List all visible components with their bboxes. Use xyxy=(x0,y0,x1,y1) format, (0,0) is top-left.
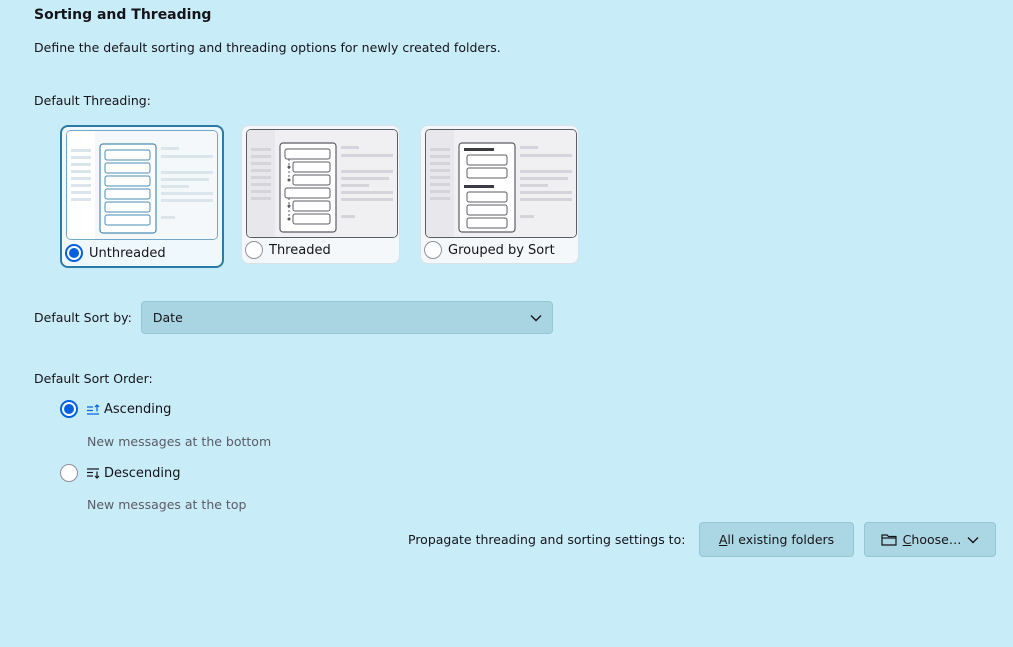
grouped-by-sort-label: Grouped by Sort xyxy=(448,242,555,258)
sort-by-dropdown[interactable]: Date xyxy=(140,301,553,334)
default-sort-order-label: Default Sort Order: xyxy=(34,371,153,386)
default-threading-label: Default Threading: xyxy=(34,93,151,108)
threaded-radio-row[interactable]: Threaded xyxy=(245,241,331,259)
sort-order-ascending[interactable]: Ascending xyxy=(60,400,171,418)
unthreaded-preview-image xyxy=(66,130,218,240)
threaded-label: Threaded xyxy=(269,242,331,258)
unthreaded-radio-row[interactable]: Unthreaded xyxy=(65,244,166,262)
unthreaded-radio[interactable] xyxy=(65,244,83,262)
section-title: Sorting and Threading xyxy=(34,7,212,23)
grouped-preview-image xyxy=(425,129,577,238)
grouped-by-sort-radio[interactable] xyxy=(424,241,442,259)
choose-folders-label: Choose… xyxy=(902,532,962,547)
descending-radio[interactable] xyxy=(60,464,78,482)
threading-option-threaded[interactable]: Threaded xyxy=(241,125,400,264)
propagate-label: Propagate threading and sorting settings… xyxy=(408,532,686,547)
sort-order-descending[interactable]: Descending xyxy=(60,464,181,482)
threading-option-unthreaded[interactable]: Unthreaded xyxy=(60,125,224,268)
chevron-down-icon xyxy=(530,314,542,321)
all-existing-folders-label: All existing folders xyxy=(718,532,835,547)
threading-option-grouped-by-sort[interactable]: Grouped by Sort xyxy=(420,125,579,264)
grouped-radio-row[interactable]: Grouped by Sort xyxy=(424,241,555,259)
section-description: Define the default sorting and threading… xyxy=(34,40,501,55)
ascending-description: New messages at the bottom xyxy=(87,434,272,449)
sort-by-value: Date xyxy=(152,310,183,325)
chevron-down-icon xyxy=(967,536,979,543)
descending-label: Descending xyxy=(104,465,181,481)
threaded-preview-image xyxy=(246,129,398,238)
folder-icon xyxy=(881,534,897,546)
sort-ascending-icon xyxy=(87,403,100,415)
choose-folders-button[interactable]: Choose… xyxy=(864,522,996,557)
ascending-label: Ascending xyxy=(104,401,172,417)
threaded-radio[interactable] xyxy=(245,241,263,259)
default-sort-by-row: Default Sort by: Date xyxy=(34,301,553,334)
default-sort-by-label: Default Sort by: xyxy=(34,310,132,325)
sort-descending-icon xyxy=(87,467,100,479)
unthreaded-label: Unthreaded xyxy=(89,245,166,261)
all-existing-folders-button[interactable]: All existing folders xyxy=(699,522,854,557)
ascending-radio[interactable] xyxy=(60,400,78,418)
descending-description: New messages at the top xyxy=(87,497,247,512)
threading-cards: Unthreaded Threaded Grouped by Sort xyxy=(60,125,579,268)
